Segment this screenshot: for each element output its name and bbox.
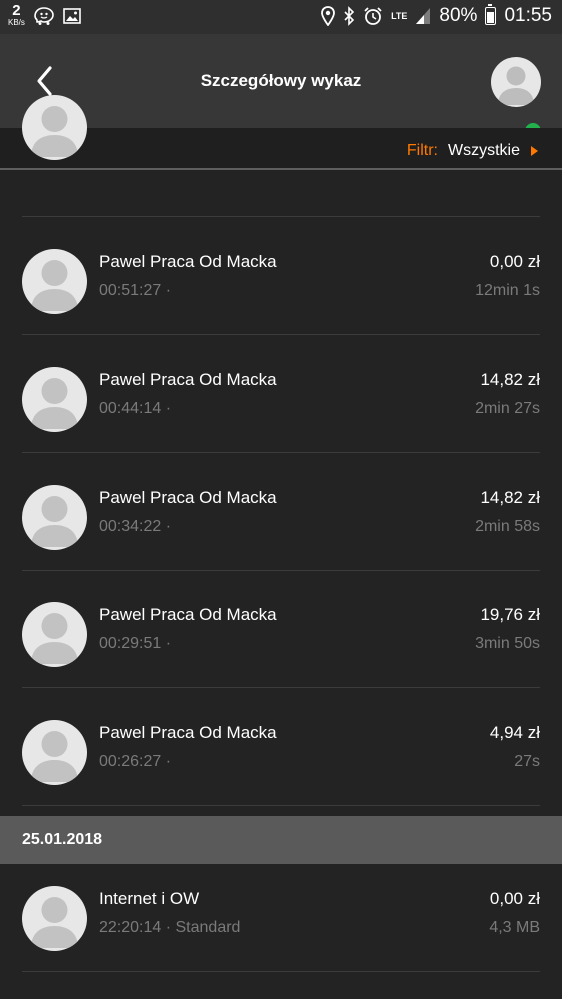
list-item[interactable]: Pawel Praca Od Macka 00:44:14 · 14,82 zł… <box>0 336 562 453</box>
row-divider <box>22 452 540 453</box>
list-item[interactable]: Pawel Praca Od Macka 00:51:27 · 0,00 zł … <box>0 218 562 335</box>
user-silhouette-icon <box>31 731 78 782</box>
row-divider <box>22 971 540 972</box>
contact-name: Pawel Praca Od Macka <box>99 723 277 742</box>
row-divider <box>22 687 540 688</box>
list-item-partial[interactable] <box>0 95 562 217</box>
call-cost: 0,00 zł <box>489 252 540 271</box>
call-cost: 4,94 zł <box>489 723 540 742</box>
call-time: 00:26:27 · <box>99 753 172 770</box>
status-bar-right: LTE 80% 01:55 <box>321 4 552 27</box>
gallery-icon <box>63 8 81 24</box>
list-item[interactable]: Internet i OW 22:20:14 · Standard 0,00 z… <box>0 864 562 981</box>
location-icon <box>321 6 335 26</box>
bluetooth-icon <box>344 6 355 26</box>
call-duration: 2min 27s <box>475 400 540 417</box>
lte-indicator: LTE <box>391 10 408 21</box>
call-time: 00:51:27 · <box>99 282 172 299</box>
signal-icon <box>416 8 431 24</box>
battery-percent: 80% <box>439 5 478 26</box>
list-item[interactable]: Pawel Praca Od Macka 00:26:27 · 4,94 zł … <box>0 689 562 806</box>
page-title: Szczegółowy wykaz <box>200 71 362 90</box>
entry-name: Internet i OW <box>99 889 200 908</box>
list-item[interactable]: Pawel Praca Od Macka 00:34:22 · 14,82 zł… <box>0 454 562 571</box>
avatar <box>22 602 87 667</box>
contact-name: Pawel Praca Od Macka <box>99 252 277 271</box>
call-duration: 2min 58s <box>475 518 540 535</box>
row-divider <box>22 216 540 217</box>
call-cost: 14,82 zł <box>480 370 540 389</box>
clock: 01:55 <box>504 5 552 26</box>
user-silhouette-icon <box>31 496 78 547</box>
network-speed: 2 KB/s <box>8 2 25 28</box>
call-duration: 3min 50s <box>475 635 540 652</box>
row-divider <box>22 334 540 335</box>
call-time: 00:44:14 · <box>99 400 172 417</box>
avatar <box>22 720 87 785</box>
avatar <box>22 249 87 314</box>
call-cost: 19,76 zł <box>480 605 540 624</box>
entry-time: 22:20:14 · Standard <box>99 919 241 936</box>
avatar <box>22 95 87 160</box>
status-bar: 2 KB/s LTE 80% 01:55 <box>0 0 562 34</box>
section-date: 25.01.2018 <box>22 831 103 848</box>
status-bar-left: 2 KB/s <box>8 2 81 28</box>
date-section-header: 25.01.2018 <box>0 816 562 864</box>
user-silhouette-icon <box>31 613 78 664</box>
user-silhouette-icon <box>31 106 78 157</box>
avatar <box>22 367 87 432</box>
call-duration: 12min 1s <box>475 282 540 299</box>
avatar <box>22 886 87 951</box>
contact-name: Pawel Praca Od Macka <box>99 370 277 389</box>
contact-name: Pawel Praca Od Macka <box>99 488 277 507</box>
entry-cost: 0,00 zł <box>489 889 540 908</box>
call-cost: 14,82 zł <box>480 488 540 507</box>
waze-icon <box>34 7 54 25</box>
contact-name: Pawel Praca Od Macka <box>99 605 277 624</box>
call-duration: 27s <box>514 753 540 770</box>
entry-data-volume: 4,3 MB <box>489 919 540 936</box>
network-speed-unit: KB/s <box>8 18 25 27</box>
user-silhouette-icon <box>31 260 78 311</box>
row-divider <box>22 805 540 806</box>
alarm-icon <box>364 7 382 25</box>
user-silhouette-icon <box>31 897 78 948</box>
network-speed-value: 2 <box>12 2 21 19</box>
battery-icon <box>485 4 497 25</box>
list-item[interactable]: Pawel Praca Od Macka 00:29:51 · 19,76 zł… <box>0 571 562 688</box>
avatar <box>22 485 87 550</box>
user-silhouette-icon <box>31 378 78 429</box>
call-time: 00:29:51 · <box>99 635 172 652</box>
call-time: 00:34:22 · <box>99 518 172 535</box>
